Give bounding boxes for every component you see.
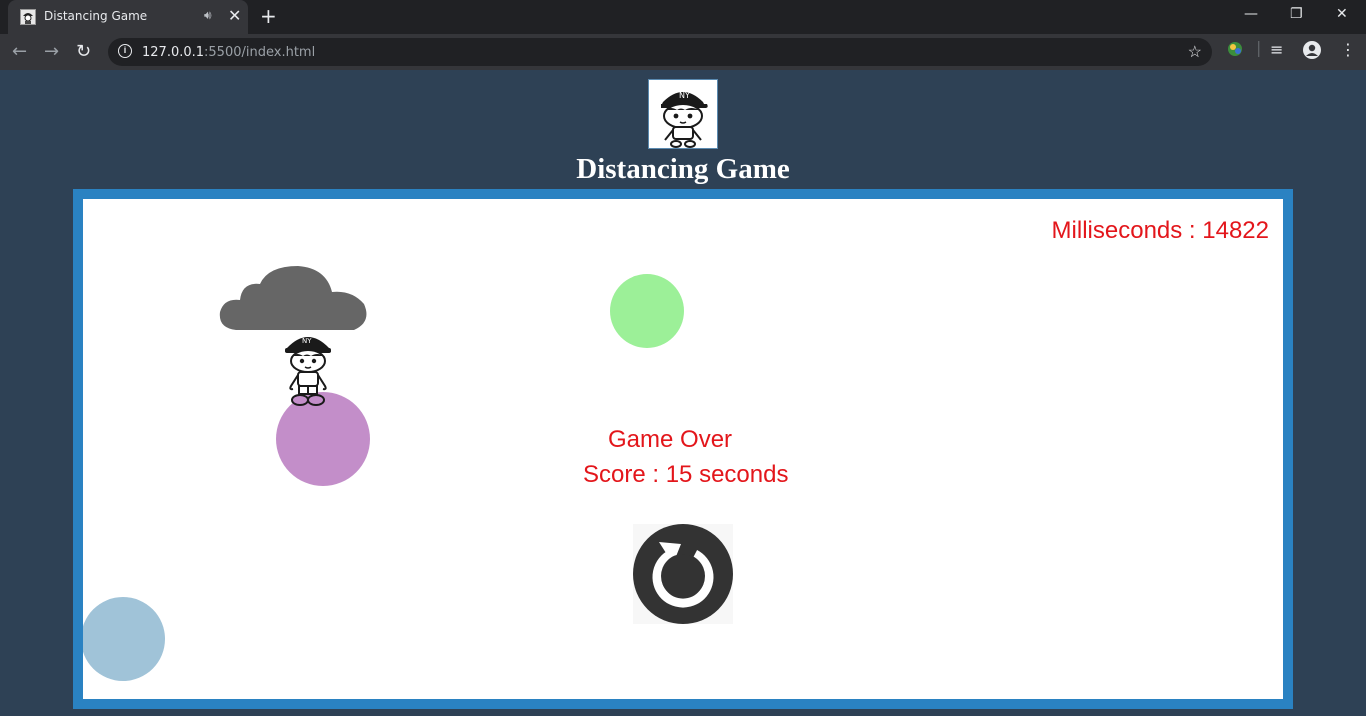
cloud-icon: [218, 264, 370, 337]
profile-icon[interactable]: [1302, 40, 1322, 64]
restart-icon: [633, 524, 733, 624]
browser-tab[interactable]: Distancing Game 🔊︎ ✕: [8, 0, 248, 34]
info-icon[interactable]: i: [118, 44, 132, 58]
score-text: Score : 15 seconds: [583, 461, 789, 488]
browser-tabstrip: Distancing Game 🔊︎ ✕ + — ❐ ✕: [0, 0, 1366, 34]
game-frame: Milliseconds : 14822 NY Game Over Score …: [73, 189, 1293, 709]
address-bar[interactable]: i 127.0.0.1:5500/index.html ☆: [108, 38, 1212, 66]
toolbar-divider: |: [1256, 38, 1262, 57]
game-area[interactable]: Milliseconds : 14822 NY Game Over Score …: [83, 199, 1283, 699]
minimize-icon[interactable]: —: [1244, 6, 1258, 22]
svg-text:NY: NY: [302, 337, 312, 345]
svg-text:NY: NY: [679, 91, 690, 100]
reload-icon[interactable]: ↻: [76, 41, 91, 62]
tab-title: Distancing Game: [44, 9, 148, 23]
milliseconds-counter: Milliseconds : 14822: [1051, 217, 1269, 244]
forward-icon[interactable]: →: [44, 41, 59, 62]
menu-icon[interactable]: ⋮: [1340, 40, 1356, 59]
back-icon[interactable]: ←: [12, 41, 27, 62]
bookmark-star-icon[interactable]: ☆: [1188, 42, 1202, 62]
close-window-icon[interactable]: ✕: [1336, 6, 1348, 22]
green-circle: [610, 274, 684, 348]
player-character[interactable]: NY: [283, 330, 333, 415]
close-tab-icon[interactable]: ✕: [228, 6, 241, 26]
speaker-icon[interactable]: 🔊︎: [204, 8, 212, 23]
favicon-icon: [20, 9, 36, 25]
media-control-icon[interactable]: ≡: [1270, 40, 1283, 59]
new-tab-button[interactable]: +: [260, 4, 277, 28]
blue-circle: [83, 597, 165, 681]
extension-icon[interactable]: [1226, 40, 1244, 62]
restart-button[interactable]: [633, 524, 733, 624]
game-over-text: Game Over: [608, 426, 733, 453]
boy-cap-logo: NY: [648, 79, 718, 149]
browser-toolbar: ← → ↻ i 127.0.0.1:5500/index.html ☆ | ≡ …: [0, 34, 1366, 70]
restore-icon[interactable]: ❐: [1290, 6, 1303, 22]
page-title: Distancing Game: [576, 153, 790, 185]
url-text[interactable]: 127.0.0.1:5500/index.html: [142, 45, 315, 60]
